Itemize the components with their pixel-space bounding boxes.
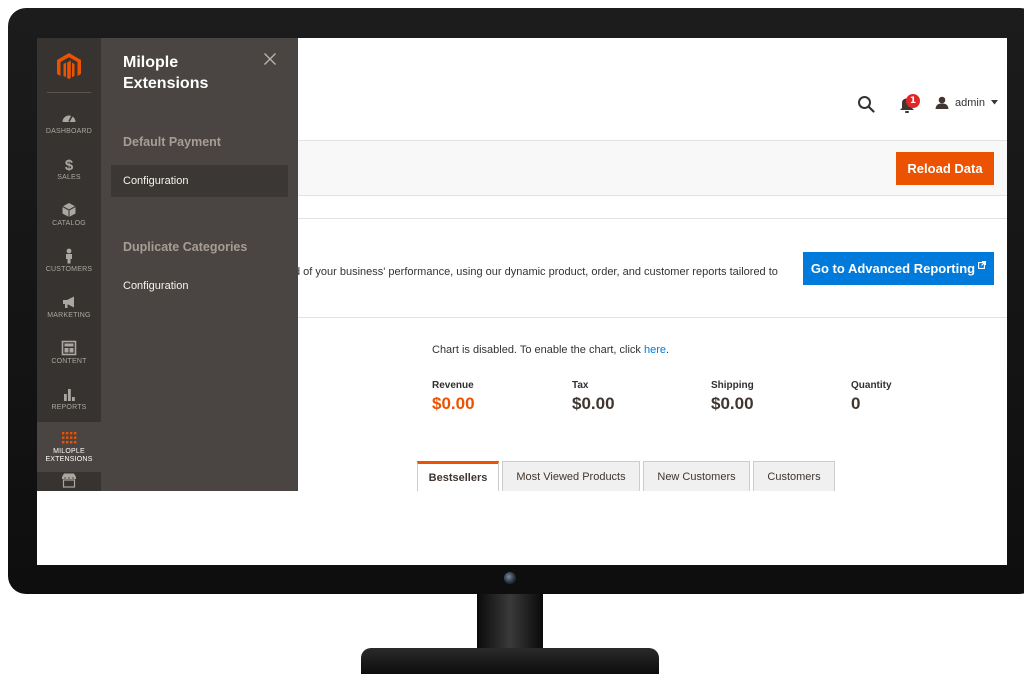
- chevron-down-icon: [990, 100, 998, 105]
- advanced-reporting-button[interactable]: Go to Advanced Reporting: [803, 252, 994, 285]
- nav-item-milople-extensions[interactable]: MILOPLE EXTENSIONS: [37, 422, 101, 472]
- total-label: Quantity: [851, 380, 892, 391]
- user-menu[interactable]: admin: [935, 96, 998, 109]
- dashboard-totals: Revenue $0.00 Tax $0.00 Shipping $0.00 Q…: [432, 380, 952, 420]
- magento-logo-icon[interactable]: [55, 52, 83, 80]
- webcam: [504, 572, 516, 584]
- tab-new-customers[interactable]: New Customers: [643, 461, 750, 491]
- total-label: Revenue: [432, 380, 474, 391]
- total-shipping: Shipping $0.00: [711, 380, 754, 414]
- dashboard-icon: [62, 115, 76, 122]
- total-label: Shipping: [711, 380, 754, 391]
- enable-chart-link[interactable]: here: [644, 344, 666, 356]
- megaphone-icon: [63, 296, 74, 308]
- total-revenue: Revenue $0.00: [432, 380, 475, 414]
- tab-bestsellers[interactable]: Bestsellers: [417, 461, 499, 491]
- bar-chart-icon: [64, 389, 75, 401]
- flyout-link-default-payment-configuration[interactable]: Configuration: [111, 165, 288, 197]
- monitor-stand-neck: [477, 594, 543, 648]
- admin-screen: 1 admin Reload Data d of your business' …: [37, 38, 1007, 565]
- store-icon: [62, 473, 76, 488]
- chart-disabled-notice: Chart is disabled. To enable the chart, …: [432, 344, 669, 356]
- nav-item-sales[interactable]: $ SALES: [37, 146, 101, 192]
- nav-label: MARKETING: [47, 312, 91, 319]
- total-value: $0.00: [432, 394, 475, 413]
- flyout-section-default-payment: Default Payment: [123, 135, 221, 149]
- total-value: 0: [851, 394, 861, 413]
- nav-item-stores[interactable]: [37, 470, 101, 491]
- chart-notice-suffix: .: [666, 344, 670, 356]
- nav-item-catalog[interactable]: CATALOG: [37, 192, 101, 238]
- flyout-section-duplicate-categories: Duplicate Categories: [123, 240, 248, 254]
- nav-item-reports[interactable]: REPORTS: [37, 376, 101, 422]
- nav-label-line1: MILOPLE: [53, 448, 85, 455]
- nav-label: DASHBOARD: [45, 128, 93, 135]
- user-name: admin: [955, 96, 985, 109]
- nav-label: CUSTOMERS: [45, 266, 93, 273]
- milople-extensions-flyout: Milople Extensions Default Payment Confi…: [101, 38, 298, 491]
- reload-data-button[interactable]: Reload Data: [896, 152, 994, 185]
- monitor-stand-base: [361, 648, 659, 674]
- grid-dots-icon: [62, 432, 77, 444]
- total-tax: Tax $0.00: [572, 380, 615, 414]
- tab-customers[interactable]: Customers: [753, 461, 835, 491]
- nav-label: CATALOG: [52, 220, 86, 227]
- admin-sidebar: DASHBOARD $ SALES CATALOG CUSTOMERS MARK…: [37, 38, 101, 491]
- dollar-icon: $: [65, 157, 74, 172]
- nav-label: CONTENT: [51, 358, 87, 365]
- flyout-link-duplicate-categories-configuration[interactable]: Configuration: [111, 270, 288, 302]
- notification-count-badge[interactable]: 1: [906, 94, 920, 108]
- search-icon[interactable]: [857, 95, 875, 113]
- box-icon: [62, 203, 76, 217]
- nav-item-content[interactable]: CONTENT: [37, 330, 101, 376]
- nav-item-customers[interactable]: CUSTOMERS: [37, 238, 101, 284]
- flyout-title: Milople Extensions: [123, 54, 209, 92]
- user-icon: [935, 96, 949, 109]
- nav-item-marketing[interactable]: MARKETING: [37, 284, 101, 330]
- nav-label-line2: EXTENSIONS: [45, 456, 93, 463]
- nav-item-dashboard[interactable]: DASHBOARD: [37, 100, 101, 146]
- external-link-icon: [978, 260, 987, 269]
- chart-notice-text: Chart is disabled. To enable the chart, …: [432, 344, 641, 356]
- svg-text:$: $: [65, 157, 74, 172]
- total-value: $0.00: [572, 394, 615, 413]
- total-value: $0.00: [711, 394, 754, 413]
- divider: [47, 92, 91, 93]
- total-label: Tax: [572, 380, 589, 391]
- close-icon[interactable]: [263, 52, 277, 66]
- advanced-reporting-label: Go to Advanced Reporting: [810, 261, 976, 276]
- total-quantity: Quantity 0: [851, 380, 892, 414]
- tab-most-viewed-products[interactable]: Most Viewed Products: [502, 461, 640, 491]
- layout-icon: [61, 340, 77, 356]
- person-icon: [66, 248, 72, 264]
- nav-label: SALES: [57, 174, 81, 181]
- dashboard-intro-text: d of your business' performance, using o…: [294, 266, 778, 278]
- nav-label: REPORTS: [51, 404, 87, 411]
